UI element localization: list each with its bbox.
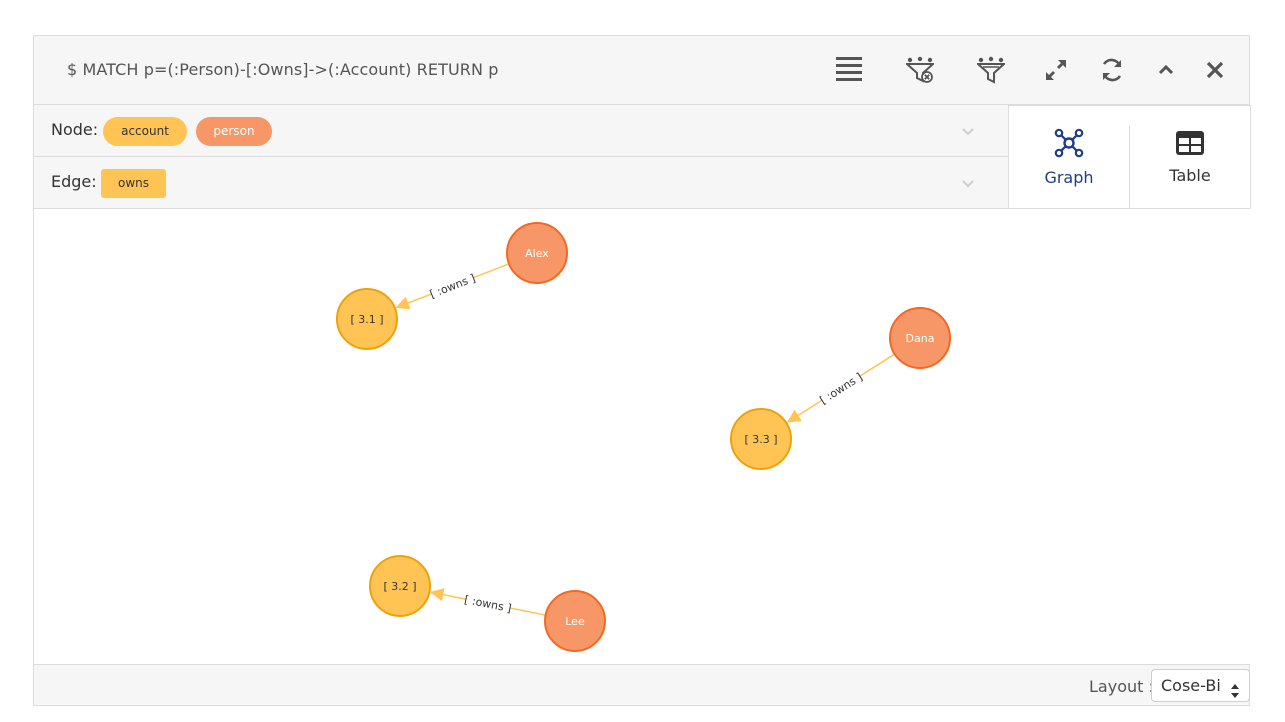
refresh-icon [1099, 57, 1125, 83]
table-view-button[interactable]: Table [1130, 106, 1250, 208]
label-filters: Node: account person Edge: owns [34, 105, 1008, 209]
layout-label: Layout : [1089, 677, 1154, 696]
expand-button[interactable] [1036, 50, 1076, 90]
table-icon [1175, 130, 1205, 160]
query-text: $ MATCH p=(:Person)-[:Owns]->(:Account) … [67, 60, 499, 79]
view-toggle: Graph Table [1008, 105, 1251, 210]
filter-button[interactable] [971, 50, 1011, 90]
result-footer: Layout : Cose-Bi [34, 664, 1250, 705]
graph-svg[interactable]: [ :owns ] [ :owns ] [ :owns ] Alex [ 3.1 ] D… [34, 209, 1251, 664]
graph-edge-label: [ :owns ] [463, 593, 512, 615]
filter-remove-icon [906, 56, 934, 84]
close-icon [1205, 60, 1225, 80]
chevron-down-icon[interactable] [960, 123, 976, 139]
table-view-label: Table [1169, 165, 1211, 185]
select-arrows-icon [1230, 678, 1240, 709]
graph-canvas[interactable]: [ :owns ] [ :owns ] [ :owns ] Alex [ 3.1 ] D… [34, 209, 1251, 664]
result-header: $ MATCH p=(:Person)-[:Owns]->(:Account) … [34, 36, 1249, 105]
graph-view-button[interactable]: Graph [1009, 106, 1129, 208]
refresh-button[interactable] [1092, 50, 1132, 90]
node-tag-account[interactable]: account [103, 117, 187, 146]
list-icon [835, 56, 863, 84]
collapse-button[interactable] [1146, 50, 1186, 90]
edge-tag-owns[interactable]: owns [101, 169, 166, 198]
graph-view-label: Graph [1044, 167, 1094, 187]
query-result-frame: $ MATCH p=(:Person)-[:Owns]->(:Account) … [33, 35, 1251, 706]
graph-icon [1054, 128, 1084, 162]
graph-edge-label: [ :owns ] [428, 272, 477, 301]
node-filter-row: Node: account person [34, 105, 1008, 157]
graph-node-label: [ 3.1 ] [350, 313, 383, 326]
close-button[interactable] [1195, 50, 1235, 90]
graph-node-label: [ 3.2 ] [383, 580, 416, 593]
layout-select[interactable]: Cose-Bi [1151, 669, 1250, 702]
filter-icon [977, 56, 1005, 84]
filter-remove-button[interactable] [900, 50, 940, 90]
graph-node-label: Lee [565, 615, 585, 628]
chevron-down-icon[interactable] [960, 175, 976, 191]
graph-node-label: [ 3.3 ] [744, 433, 777, 446]
node-tag-person[interactable]: person [196, 117, 272, 146]
graph-node-label: Dana [906, 332, 935, 345]
list-button[interactable] [829, 50, 869, 90]
graph-node-label: Alex [525, 247, 549, 260]
expand-icon [1044, 58, 1068, 82]
node-filter-label: Node: [51, 120, 99, 139]
graph-edge-label: [ :owns ] [818, 370, 865, 407]
chevron-up-icon [1157, 61, 1175, 79]
edge-filter-row: Edge: owns [34, 157, 1008, 209]
edge-filter-label: Edge: [51, 172, 97, 191]
layout-select-value: Cose-Bi [1161, 676, 1221, 695]
